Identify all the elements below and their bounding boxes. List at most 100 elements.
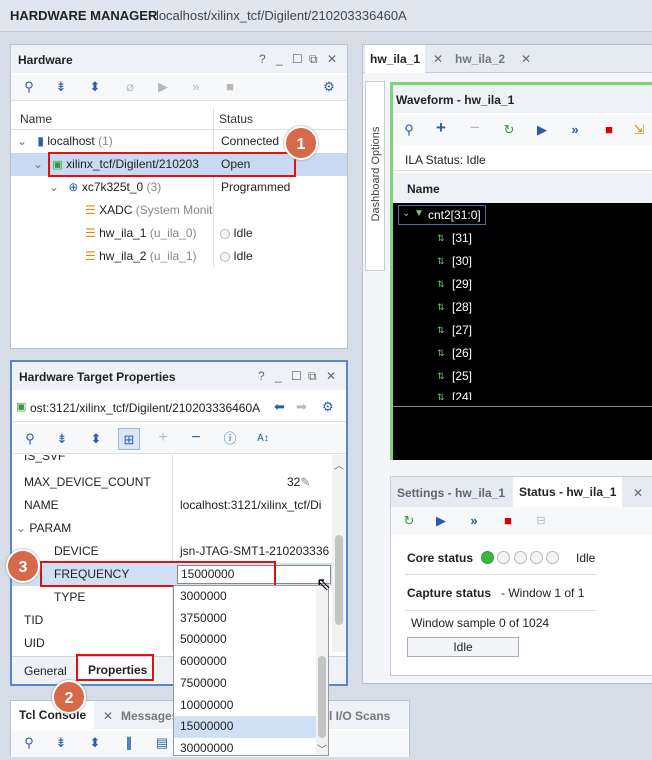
dashboard-options-tab[interactable]: Dashboard Options bbox=[365, 81, 385, 271]
tree-row-ila1[interactable]: ☰ hw_ila_1 (u_ila_0) Idle bbox=[85, 222, 347, 245]
remove-icon[interactable]: − bbox=[467, 119, 483, 136]
collapse-all-icon[interactable]: ⇟ bbox=[54, 431, 70, 447]
bit-signal[interactable]: [30] bbox=[452, 254, 472, 268]
remove-icon[interactable]: − bbox=[188, 430, 204, 446]
dropdown-option[interactable]: 6000000 bbox=[174, 651, 316, 673]
bit-signal[interactable]: [28] bbox=[452, 300, 472, 314]
dropdown-scrollbar[interactable]: ﹀ bbox=[316, 586, 328, 756]
run-trigger-icon[interactable]: ↻ bbox=[401, 513, 417, 529]
back-arrow-icon[interactable]: ⬅ bbox=[274, 399, 285, 415]
bit-signal[interactable]: [26] bbox=[452, 346, 472, 360]
tab-hw-ila-2[interactable]: hw_ila_2 bbox=[450, 45, 510, 73]
tree-row-device[interactable]: ⌄ ⊕ xc7k325t_0 (3) Programmed bbox=[49, 176, 347, 199]
tab-hw-ila-1[interactable]: hw_ila_1 bbox=[365, 45, 426, 73]
run-icon[interactable]: ▶ bbox=[433, 513, 449, 529]
tab-io-scans[interactable]: l I/O Scans bbox=[329, 709, 390, 723]
run-immediate-icon[interactable]: » bbox=[466, 513, 482, 529]
maximize-icon[interactable]: ☐ bbox=[291, 369, 302, 383]
tree-row-ila2[interactable]: ☰ hw_ila_2 (u_ila_1) Idle bbox=[85, 245, 347, 268]
properties-scrollbar[interactable]: ︿ bbox=[332, 455, 346, 652]
tree-row-xadc[interactable]: ☰ XADC (System Monit bbox=[85, 199, 347, 222]
sort-icon[interactable]: A↕ bbox=[255, 431, 271, 447]
help-icon[interactable]: ? bbox=[259, 52, 266, 66]
expand-all-icon[interactable]: ⬍ bbox=[88, 431, 104, 447]
dropdown-option[interactable]: 10000000 bbox=[174, 695, 316, 717]
minimize-icon[interactable]: _ bbox=[275, 369, 282, 383]
dropdown-option-selected[interactable]: 15000000 bbox=[174, 716, 316, 738]
run-immediate-icon[interactable]: » bbox=[188, 79, 204, 95]
bit-signal[interactable]: [29] bbox=[452, 277, 472, 291]
prop-value[interactable]: localhost:3121/xilinx_tcf/Di bbox=[180, 494, 321, 517]
close-icon[interactable]: ✕ bbox=[326, 369, 336, 383]
dropdown-option[interactable]: 3000000 bbox=[174, 586, 316, 608]
float-icon[interactable]: ⧉ bbox=[309, 52, 318, 67]
capture-icon[interactable]: ⊟ bbox=[533, 513, 549, 529]
bit-signal[interactable]: [27] bbox=[452, 323, 472, 337]
signal-cnt2[interactable]: ⌄ ▼ cnt2[31:0] bbox=[398, 205, 486, 225]
bit-signal[interactable]: [31] bbox=[452, 231, 472, 245]
close-icon[interactable]: ✕ bbox=[633, 486, 643, 500]
gear-icon[interactable]: ⚙ bbox=[322, 399, 334, 415]
stop-icon[interactable]: ■ bbox=[500, 513, 516, 529]
collapse-all-icon[interactable]: ⇟ bbox=[53, 79, 69, 95]
stop-icon[interactable]: ■ bbox=[601, 122, 617, 138]
col-status-header[interactable]: Status bbox=[219, 108, 253, 130]
collapse-all-icon[interactable]: ⇟ bbox=[53, 735, 69, 751]
chevron-down-icon[interactable]: ⌄ bbox=[16, 521, 26, 535]
tab-messages[interactable]: Messages bbox=[121, 709, 178, 723]
prop-group-param[interactable]: ⌄ PARAM bbox=[16, 517, 71, 540]
dropdown-option[interactable]: 3750000 bbox=[174, 608, 316, 630]
scroll-down-icon[interactable]: ﹀ bbox=[317, 741, 327, 756]
run-icon[interactable]: ▶ bbox=[155, 79, 171, 95]
expand-all-icon[interactable]: ⬍ bbox=[87, 79, 103, 95]
search-icon[interactable]: ⚲ bbox=[21, 79, 37, 95]
frequency-dropdown-list[interactable]: 3000000 3750000 5000000 6000000 7500000 … bbox=[173, 585, 329, 756]
clipboard-icon[interactable]: ▤ bbox=[154, 735, 170, 751]
close-icon[interactable]: ✕ bbox=[327, 52, 337, 66]
prop-value[interactable]: jsn-JTAG-SMT1-210203336 bbox=[180, 540, 329, 563]
forward-arrow-icon[interactable]: ➡ bbox=[296, 399, 307, 415]
col-name-header[interactable]: Name bbox=[20, 108, 52, 130]
chevron-down-icon[interactable]: ⌄ bbox=[17, 134, 27, 148]
close-icon[interactable]: ✕ bbox=[521, 52, 531, 66]
scroll-up-icon[interactable]: ︿ bbox=[334, 457, 344, 472]
minimize-icon[interactable]: _ bbox=[276, 52, 283, 66]
run-immediate-icon[interactable]: » bbox=[567, 122, 583, 138]
search-icon[interactable]: ⚲ bbox=[401, 122, 417, 138]
bit-signal[interactable]: [25] bbox=[452, 369, 472, 383]
waveform-canvas[interactable] bbox=[393, 203, 652, 460]
chevron-down-icon[interactable]: ⌄ bbox=[402, 208, 410, 219]
close-icon[interactable]: ✕ bbox=[433, 52, 443, 66]
chevron-down-icon[interactable]: ⌄ bbox=[49, 180, 59, 194]
idle-button[interactable]: Idle bbox=[407, 637, 519, 657]
auto-connect-icon[interactable]: ⌀ bbox=[122, 79, 138, 95]
dropdown-option[interactable]: 5000000 bbox=[174, 629, 316, 651]
info-icon[interactable]: ⓘ bbox=[222, 431, 238, 447]
run-icon[interactable]: ▶ bbox=[534, 122, 550, 138]
chevron-down-icon[interactable]: ⌄ bbox=[33, 157, 43, 171]
tab-general[interactable]: General bbox=[24, 664, 67, 678]
dropdown-option[interactable]: 30000000 bbox=[174, 738, 316, 760]
float-icon[interactable]: ⧉ bbox=[308, 369, 317, 384]
scrollbar-thumb[interactable] bbox=[318, 656, 326, 738]
close-icon[interactable]: ✕ bbox=[103, 709, 113, 723]
bit-signal[interactable]: [24] bbox=[452, 392, 472, 400]
pause-icon[interactable]: ∥ bbox=[121, 735, 137, 751]
tab-settings[interactable]: Settings - hw_ila_1 bbox=[397, 486, 505, 500]
maximize-icon[interactable]: ☐ bbox=[292, 52, 303, 66]
expand-all-icon[interactable]: ⬍ bbox=[87, 735, 103, 751]
group-by-category-icon[interactable]: ⊞ bbox=[118, 428, 140, 450]
search-icon[interactable]: ⚲ bbox=[22, 431, 38, 447]
export-icon[interactable]: ⇲ bbox=[631, 122, 647, 138]
run-trigger-icon[interactable]: ↻ bbox=[501, 122, 517, 138]
edit-pencil-icon[interactable]: ✎ bbox=[300, 475, 310, 489]
gear-icon[interactable]: ⚙ bbox=[321, 79, 337, 95]
dropdown-option[interactable]: 7500000 bbox=[174, 673, 316, 695]
add-icon[interactable]: + bbox=[155, 430, 171, 446]
scrollbar-thumb[interactable] bbox=[335, 535, 343, 625]
add-icon[interactable]: + bbox=[433, 119, 449, 136]
search-icon[interactable]: ⚲ bbox=[21, 735, 37, 751]
prop-value[interactable]: 32✎ bbox=[287, 471, 310, 494]
stop-icon[interactable]: ■ bbox=[222, 79, 238, 95]
help-icon[interactable]: ? bbox=[258, 369, 265, 383]
